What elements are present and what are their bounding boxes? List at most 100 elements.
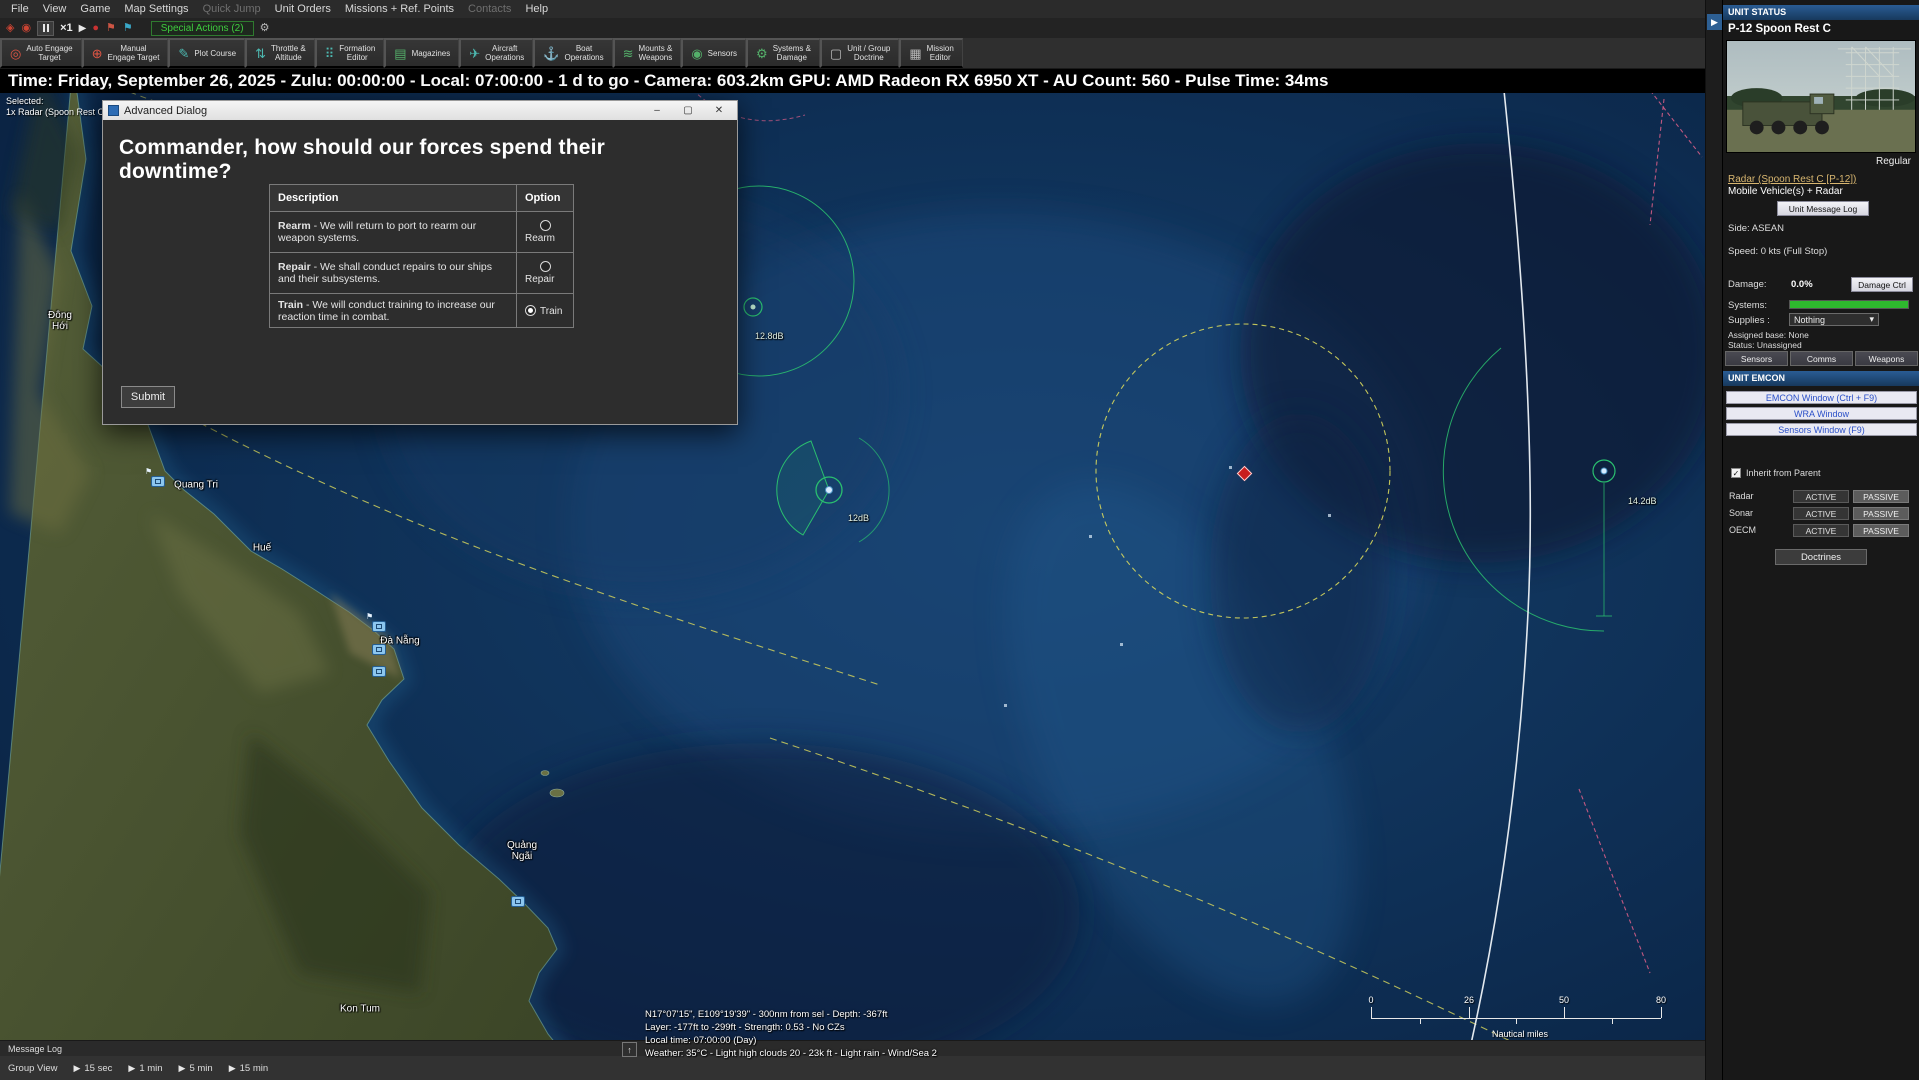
dialog-title-bar[interactable]: Advanced Dialog – ▢ ✕: [103, 101, 737, 120]
option-description: Rearm - We will return to port to rearm …: [270, 212, 517, 253]
doctrines-button[interactable]: Doctrines: [1775, 549, 1867, 565]
radio-train[interactable]: [525, 305, 536, 316]
dialog-window-icon: [108, 105, 119, 116]
toolbar-button-label: Boat Operations: [564, 44, 603, 62]
inherit-label: Inherit from Parent: [1746, 468, 1821, 478]
menu-item-quick-jump[interactable]: Quick Jump: [196, 2, 268, 16]
dialog-close-button[interactable]: ✕: [706, 102, 732, 119]
friendly-unit-icon[interactable]: [372, 644, 386, 655]
oecm-active-button[interactable]: ACTIVE: [1793, 524, 1849, 537]
systems-damage-button[interactable]: ⚙Systems & Damage: [746, 38, 820, 68]
time-compression-1-min[interactable]: ▶1 min: [128, 1063, 162, 1074]
scale-tick: [1469, 1007, 1470, 1018]
contact-dot[interactable]: [1089, 535, 1092, 538]
magazines-button[interactable]: ▤Magazines: [384, 38, 459, 68]
sonar-active-button[interactable]: ACTIVE: [1793, 507, 1849, 520]
radio-rearm[interactable]: [540, 220, 551, 231]
dialog-minimize-button[interactable]: –: [644, 102, 670, 119]
scale-tick-label: 0: [1368, 995, 1373, 1005]
menu-item-help[interactable]: Help: [518, 2, 555, 16]
wra-window-button[interactable]: WRA Window: [1726, 407, 1917, 420]
unit-emcon-header: UNIT EMCON: [1723, 371, 1919, 386]
pause-button[interactable]: [37, 21, 54, 36]
manual-engage-target-icon: ⊕: [92, 47, 103, 60]
sensors-window-f9-button[interactable]: Sensors Window (F9): [1726, 423, 1917, 436]
dialog-maximize-button[interactable]: ▢: [675, 102, 701, 119]
radar-active-button[interactable]: ACTIVE: [1793, 490, 1849, 503]
aircraft-operations-button[interactable]: ✈Aircraft Operations: [459, 38, 533, 68]
submit-button[interactable]: Submit: [121, 386, 175, 408]
sidebar-collapse-button[interactable]: ▶: [1707, 14, 1722, 30]
menu-item-view[interactable]: View: [36, 2, 74, 16]
radio-label: Rearm: [525, 233, 565, 244]
boat-operations-button[interactable]: ⚓ Boat Operations: [533, 38, 612, 68]
unit-type-link[interactable]: Radar (Spoon Rest C [P-12]): [1728, 174, 1856, 185]
plot-course-button[interactable]: ✎Plot Course: [168, 38, 245, 68]
time-compression-label: 5 min: [189, 1063, 212, 1074]
scenario-alert-icon[interactable]: ◈: [6, 23, 14, 34]
radar-passive-button[interactable]: PASSIVE: [1853, 490, 1909, 503]
tab-weapons[interactable]: Weapons: [1855, 351, 1918, 366]
group-view-label[interactable]: Group View: [8, 1063, 57, 1074]
menu-item-contacts[interactable]: Contacts: [461, 2, 518, 16]
mission-editor-button[interactable]: ▦Mission Editor: [899, 38, 962, 68]
dialog-title: Advanced Dialog: [124, 105, 639, 117]
oecm-passive-button[interactable]: PASSIVE: [1853, 524, 1909, 537]
sonar-passive-button[interactable]: PASSIVE: [1853, 507, 1909, 520]
toolbar-button-label: Manual Engage Target: [108, 44, 160, 62]
menu-item-missions-ref-points[interactable]: Missions + Ref. Points: [338, 2, 461, 16]
friendly-unit-icon[interactable]: [372, 666, 386, 677]
contact-dot[interactable]: [1229, 466, 1232, 469]
unit-type-desc: Mobile Vehicle(s) + Radar: [1728, 186, 1843, 197]
scale-tick: [1371, 1007, 1372, 1018]
time-compression-15-sec[interactable]: ▶15 sec: [73, 1063, 112, 1074]
flag-red-icon[interactable]: ⚑: [106, 23, 116, 34]
status-line: Local time: 07:00:00 (Day): [645, 1034, 937, 1047]
sensors-button[interactable]: ◉Sensors: [681, 38, 746, 68]
special-actions-button[interactable]: Special Actions (2): [151, 21, 254, 36]
auto-engage-target-button[interactable]: ◎Auto Engage Target: [0, 38, 82, 68]
radio-repair[interactable]: [540, 261, 551, 272]
tab-sensors[interactable]: Sensors: [1725, 351, 1788, 366]
unit-proficiency: Regular: [1876, 156, 1911, 167]
stop-icon[interactable]: ●: [92, 23, 99, 34]
inherit-checkbox[interactable]: ✓: [1731, 468, 1741, 478]
flag-teal-icon[interactable]: ⚑: [123, 23, 133, 34]
menu-item-map-settings[interactable]: Map Settings: [117, 2, 195, 16]
mounts-weapons-button[interactable]: ≋Mounts & Weapons: [613, 38, 682, 68]
contact-dot[interactable]: [1004, 704, 1007, 707]
menu-item-unit-orders[interactable]: Unit Orders: [268, 2, 338, 16]
option-cell: Train: [517, 294, 574, 328]
play-icon[interactable]: ▶: [79, 23, 87, 34]
gear-icon[interactable]: ⚙: [260, 23, 270, 34]
mounts-weapons-icon: ≋: [623, 47, 634, 60]
unit-group-doctrine-button[interactable]: ▢Unit / Group Doctrine: [820, 38, 899, 68]
menu-item-file[interactable]: File: [4, 2, 36, 16]
map-place-label: Kon Tum: [340, 1004, 380, 1015]
systems-damage-gear-icon: ⚙: [756, 47, 768, 60]
emcon-row-label: OECM: [1729, 525, 1756, 535]
friendly-unit-icon[interactable]: [511, 896, 525, 907]
emcon-window-ctrl-f9-button[interactable]: EMCON Window (Ctrl + F9): [1726, 391, 1917, 404]
contact-dot[interactable]: [1120, 643, 1123, 646]
supplies-dropdown[interactable]: Nothing ▾: [1789, 313, 1879, 326]
menu-item-game[interactable]: Game: [73, 2, 117, 16]
contact-dot[interactable]: [1328, 514, 1331, 517]
inherit-from-parent[interactable]: ✓ Inherit from Parent: [1731, 468, 1821, 478]
time-compression-15-min[interactable]: ▶15 min: [229, 1063, 268, 1074]
friendly-unit-icon[interactable]: ⚑: [372, 621, 386, 632]
formation-editor-button[interactable]: ⠿Formation Editor: [315, 38, 385, 68]
tab-comms[interactable]: Comms: [1790, 351, 1853, 366]
manual-engage-target-button[interactable]: ⊕ Manual Engage Target: [82, 38, 169, 68]
toolbar-button-label: Sensors: [708, 49, 737, 58]
auto-engage-target-icon: ◎: [10, 47, 21, 60]
damage-ctrl-button[interactable]: Damage Ctrl: [1851, 277, 1913, 292]
expand-arrow-icon[interactable]: ↑: [622, 1042, 637, 1057]
boat-operations-icon: ⚓: [543, 47, 559, 60]
record-icon[interactable]: ◉: [21, 23, 31, 34]
friendly-unit-icon[interactable]: ⚑: [151, 476, 165, 487]
throttle-altitude-button[interactable]: ⇅Throttle & Altitude: [245, 38, 315, 68]
unit-message-log-button[interactable]: Unit Message Log: [1777, 201, 1869, 216]
time-compression-5-min[interactable]: ▶5 min: [179, 1063, 213, 1074]
play-triangle-icon: ▶: [229, 1063, 236, 1074]
